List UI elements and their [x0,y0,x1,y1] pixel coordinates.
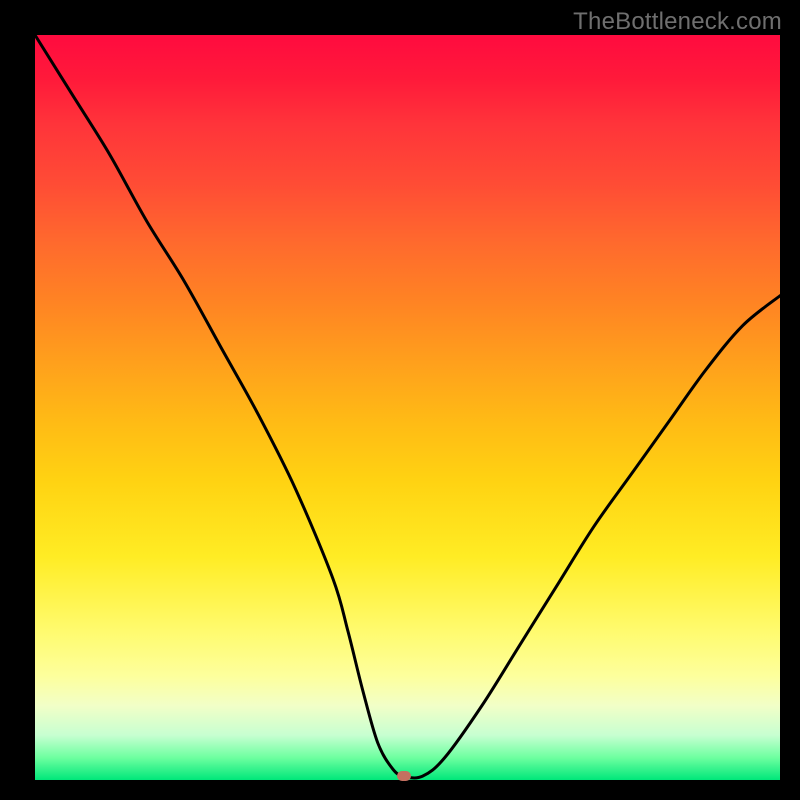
plot-area [35,35,780,780]
chart-frame: TheBottleneck.com [0,0,800,800]
minimum-marker [397,771,411,781]
bottleneck-curve [35,35,780,780]
watermark-text: TheBottleneck.com [573,8,782,36]
